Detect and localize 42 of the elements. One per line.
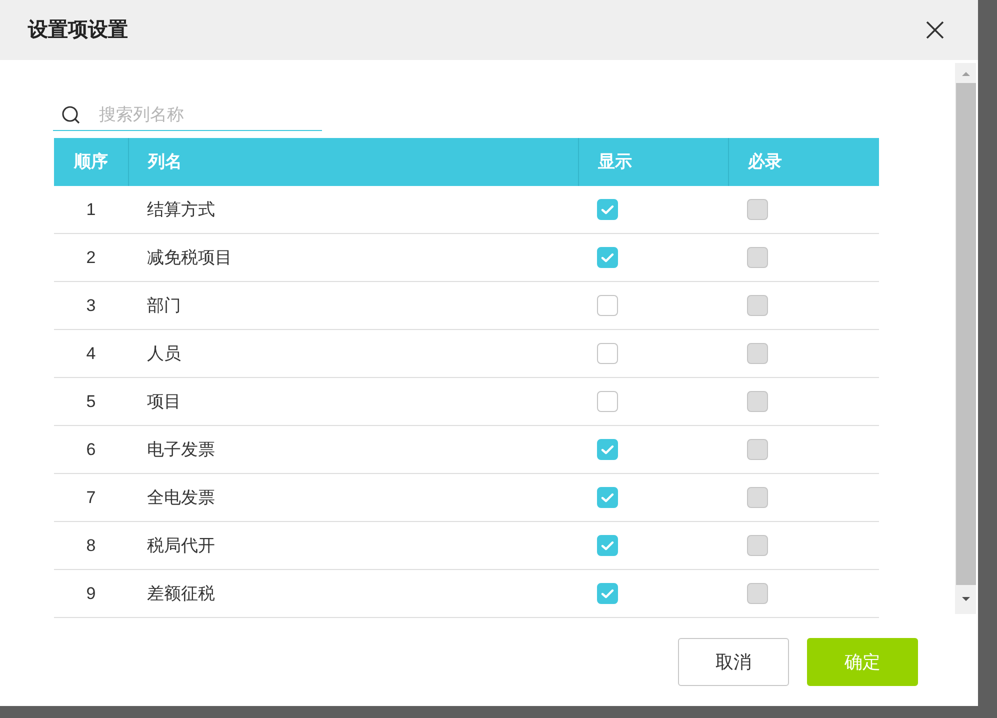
checkbox[interactable] (597, 295, 618, 316)
column-name-cell-text: 全电发票 (147, 486, 215, 509)
column-name-cell-text: 税局代开 (147, 534, 215, 557)
checkmark-icon (601, 444, 614, 454)
checkbox[interactable] (597, 583, 618, 604)
checkbox[interactable] (597, 199, 618, 220)
column-header: 必录 (748, 151, 782, 174)
close-button[interactable] (924, 19, 946, 41)
order-cell-text: 1 (86, 198, 96, 221)
checkmark-icon (601, 540, 614, 550)
order-cell-text: 3 (86, 294, 96, 317)
column-header: 显示 (598, 151, 632, 174)
order-cell-text: 5 (86, 390, 96, 413)
checkmark-icon (601, 492, 614, 502)
order-cell-text: 2 (86, 246, 96, 269)
column-header: 顺序 (74, 151, 108, 174)
search-field[interactable]: 搜索列名称 (99, 102, 299, 128)
checkmark-icon (601, 204, 614, 214)
order-cell-text: 6 (86, 438, 96, 461)
order-cell-text: 8 (86, 534, 96, 557)
column-name-cell-text: 减免税项目 (147, 246, 232, 269)
column-name-cell-text: 结算方式 (147, 198, 215, 221)
checkmark-icon (601, 588, 614, 598)
checkbox[interactable] (597, 535, 618, 556)
checkbox[interactable] (597, 487, 618, 508)
order-cell-text: 4 (86, 342, 96, 365)
checkbox[interactable] (597, 343, 618, 364)
column-header: 列名 (148, 151, 182, 174)
checkmark-icon (601, 252, 614, 262)
checkbox[interactable] (597, 247, 618, 268)
checkbox[interactable] (597, 391, 618, 412)
checkbox[interactable] (597, 439, 618, 460)
column-name-cell-text: 部门 (147, 294, 181, 317)
dialog-title: 设置项设置 (28, 18, 128, 43)
column-name-cell-text: 项目 (147, 390, 181, 413)
order-cell-text: 7 (86, 486, 96, 509)
column-name-cell-text: 人员 (147, 342, 181, 365)
cancel-button[interactable]: 取消 (678, 638, 789, 686)
column-name-cell-text: 电子发票 (147, 438, 215, 461)
order-cell-text: 9 (86, 582, 96, 605)
search-icon (61, 104, 81, 124)
column-name-cell-text: 差额征税 (147, 582, 215, 605)
